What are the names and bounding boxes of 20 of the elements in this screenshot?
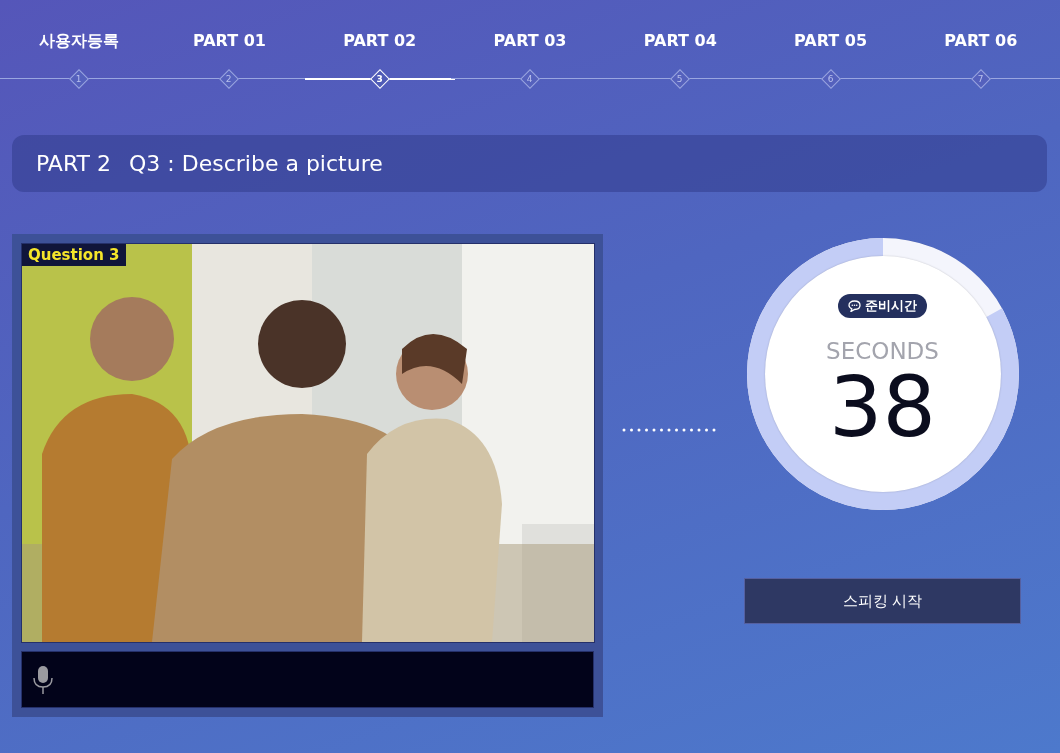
step-label: PART 04 (643, 30, 717, 52)
step-label: PART 05 (794, 30, 868, 52)
step-label: PART 01 (192, 30, 266, 52)
step-label: PART 03 (493, 30, 567, 52)
step-marker: 7 (970, 69, 991, 89)
start-speaking-button[interactable]: 스피킹 시작 (744, 578, 1021, 624)
step-label: 사용자등록 (39, 30, 120, 52)
countdown-value: 38 (829, 365, 936, 449)
step-label: PART 02 (343, 30, 417, 52)
seconds-label: SECONDS (826, 340, 939, 363)
part-label: PART 2 (36, 151, 112, 176)
question-badge: Question 3 (22, 244, 126, 266)
step-marker: 2 (219, 69, 240, 89)
step-marker: 6 (820, 69, 841, 89)
prep-time-badge: 준비시간 (838, 294, 927, 318)
step-label: PART 06 (944, 30, 1018, 52)
question-title: Q3 : Describe a picture (129, 151, 383, 176)
step-marker: 4 (520, 69, 540, 89)
microphone-icon (32, 664, 54, 695)
speech-bubble-icon (848, 300, 861, 312)
